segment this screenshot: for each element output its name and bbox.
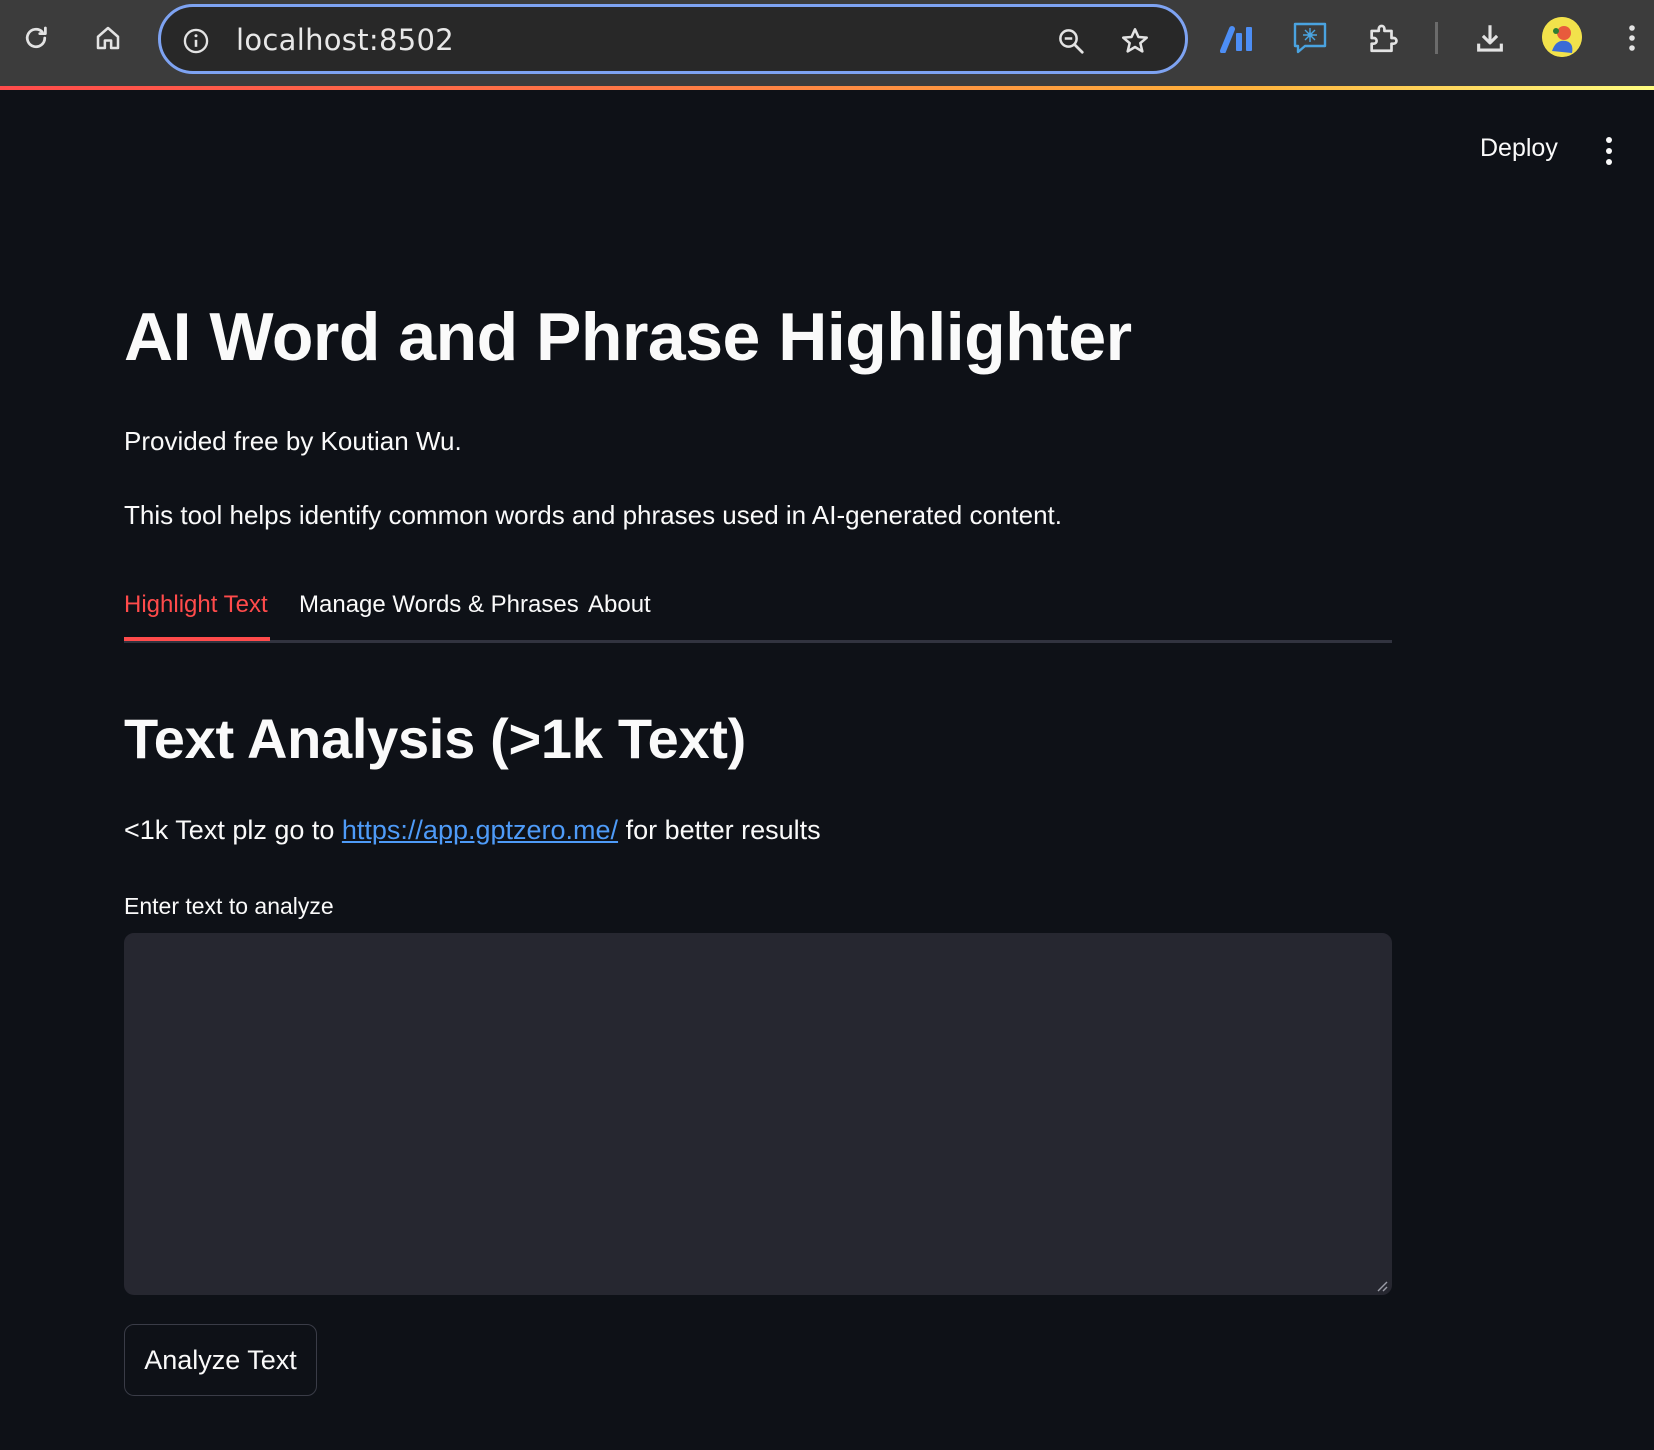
- menu-dot: [1606, 148, 1612, 154]
- tab-highlight-text[interactable]: Highlight Text: [124, 591, 268, 619]
- text-input-area[interactable]: [124, 933, 1392, 1295]
- zoom-icon[interactable]: [1054, 24, 1088, 58]
- hint-text: <1k Text plz go to https://app.gptzero.m…: [124, 815, 821, 846]
- gptzero-link[interactable]: https://app.gptzero.me/: [342, 815, 618, 845]
- reload-icon[interactable]: [16, 18, 56, 58]
- active-tab-indicator: [124, 637, 270, 641]
- hint-prefix: <1k Text plz go to: [124, 815, 342, 845]
- ai-extension-icon[interactable]: [1290, 18, 1330, 58]
- tab-bar: Highlight Text Manage Words & Phrases Ab…: [124, 583, 1392, 643]
- download-icon[interactable]: [1470, 18, 1510, 58]
- extensions-puzzle-icon[interactable]: [1363, 18, 1403, 58]
- menu-dot: [1606, 159, 1612, 165]
- page-title: AI Word and Phrase Highlighter: [124, 299, 1132, 375]
- deploy-button[interactable]: Deploy: [1466, 128, 1572, 172]
- site-info-icon[interactable]: [181, 26, 211, 56]
- url-text[interactable]: localhost:8502: [236, 23, 454, 57]
- analytics-extension-icon[interactable]: [1218, 18, 1258, 58]
- credit-text: Provided free by Koutian Wu.: [124, 426, 462, 456]
- browser-menu-icon[interactable]: [1614, 18, 1650, 58]
- input-label: Enter text to analyze: [124, 893, 334, 919]
- toolbar-divider: [1435, 22, 1438, 54]
- tab-manage-words[interactable]: Manage Words & Phrases: [299, 591, 579, 619]
- description-text: This tool helps identify common words an…: [124, 500, 1062, 530]
- resize-handle-icon[interactable]: [1376, 1279, 1388, 1292]
- profile-avatar[interactable]: [1542, 17, 1582, 57]
- hint-suffix: for better results: [618, 815, 821, 845]
- browser-toolbar: localhost:8502: [0, 0, 1654, 86]
- menu-dot: [1606, 137, 1612, 143]
- app-decoration-bar: [0, 86, 1654, 90]
- analyze-text-button[interactable]: Analyze Text: [124, 1324, 317, 1396]
- home-icon[interactable]: [88, 18, 128, 58]
- app-menu-icon[interactable]: [1592, 132, 1626, 170]
- bookmark-star-icon[interactable]: [1118, 24, 1152, 58]
- address-bar[interactable]: localhost:8502: [158, 4, 1188, 74]
- section-title: Text Analysis (>1k Text): [124, 707, 747, 770]
- tab-about[interactable]: About: [588, 591, 651, 619]
